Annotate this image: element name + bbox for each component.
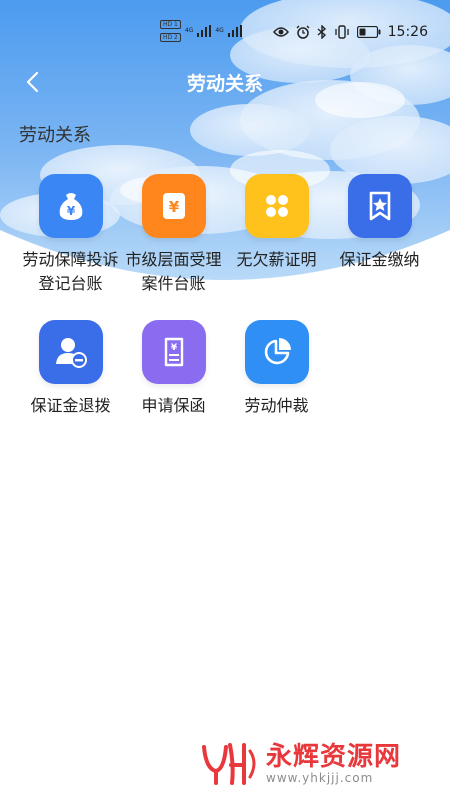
signal-bars-icon: [197, 25, 212, 37]
grid-label: 市级层面受理案件台账: [125, 250, 222, 293]
tile: [244, 320, 309, 384]
yuan-doc-icon: ¥: [162, 193, 185, 219]
watermark-brand: 永辉资源网: [266, 742, 402, 772]
svg-text:¥: ¥: [66, 204, 75, 218]
cellular-status: HD 1 HD 2 4G 4G: [160, 20, 242, 42]
signal-bars-icon: [227, 25, 242, 37]
vibrate-icon: [334, 25, 349, 39]
tile: ¥: [38, 174, 103, 238]
grid-item-deposit-payment[interactable]: 保证金缴纳: [328, 174, 431, 320]
grid-item-no-wage-arrears-cert[interactable]: 无欠薪证明: [225, 174, 328, 320]
tile: [244, 174, 309, 238]
section-title: 劳动关系: [19, 125, 91, 146]
grid-label: 无欠薪证明: [236, 250, 317, 269]
grid-label: 劳动仲裁: [244, 396, 309, 415]
nav-bar: 劳动关系: [0, 64, 450, 100]
brand-logo-icon: [202, 743, 256, 785]
battery-icon: [356, 26, 381, 38]
status-time: 15:26: [387, 24, 428, 40]
page-title: 劳动关系: [186, 73, 263, 95]
grid-item-city-case-ledger[interactable]: ¥ 市级层面受理案件台账: [122, 174, 225, 320]
grid-label: 保证金退拨: [30, 396, 111, 415]
grid-item-complaint-ledger[interactable]: ¥ 劳动保障投诉登记台账: [19, 174, 122, 320]
feature-grid: ¥ 劳动保障投诉登记台账 ¥ 市级层面受理案件台账 无欠薪证明 保证金缴纳 保证…: [19, 174, 433, 466]
tile: [347, 174, 412, 238]
status-bar: HD 1 HD 2 4G 4G 15:26: [0, 0, 450, 66]
sim2-network-type: 4G: [215, 27, 224, 34]
sim1-hd-badge: HD 1: [160, 20, 181, 29]
pie-chart-icon: [264, 338, 291, 365]
svg-text:¥: ¥: [168, 198, 179, 216]
tile: ¥: [141, 174, 206, 238]
sim2-hd-badge: HD 2: [160, 33, 181, 42]
money-bag-icon: ¥: [59, 193, 82, 220]
user-minus-icon: [55, 338, 87, 368]
tile: [38, 320, 103, 384]
watermark: 永辉资源网 www.yhkjjj.com: [200, 740, 440, 788]
grid-item-labor-arbitration[interactable]: 劳动仲裁: [225, 320, 328, 466]
grid-item-deposit-refund[interactable]: 保证金退拨: [19, 320, 122, 466]
grid-label: 申请保函: [141, 396, 206, 415]
alarm-clock-icon: [296, 25, 310, 39]
sim1-network-type: 4G: [184, 27, 194, 34]
bluetooth-icon: [317, 25, 326, 39]
clover-icon: [265, 195, 288, 217]
grid-label: 保证金缴纳: [339, 250, 420, 269]
bookmark-star-icon: [369, 191, 390, 221]
svg-text:¥: ¥: [170, 343, 177, 353]
grid-item-guarantee-application[interactable]: ¥ 申请保函: [122, 320, 225, 466]
eye-icon: [272, 27, 289, 37]
watermark-url: www.yhkjjj.com: [266, 771, 374, 785]
yuan-tag-icon: ¥: [164, 337, 183, 367]
tile: ¥: [141, 320, 206, 384]
grid-label: 劳动保障投诉登记台账: [22, 250, 119, 293]
